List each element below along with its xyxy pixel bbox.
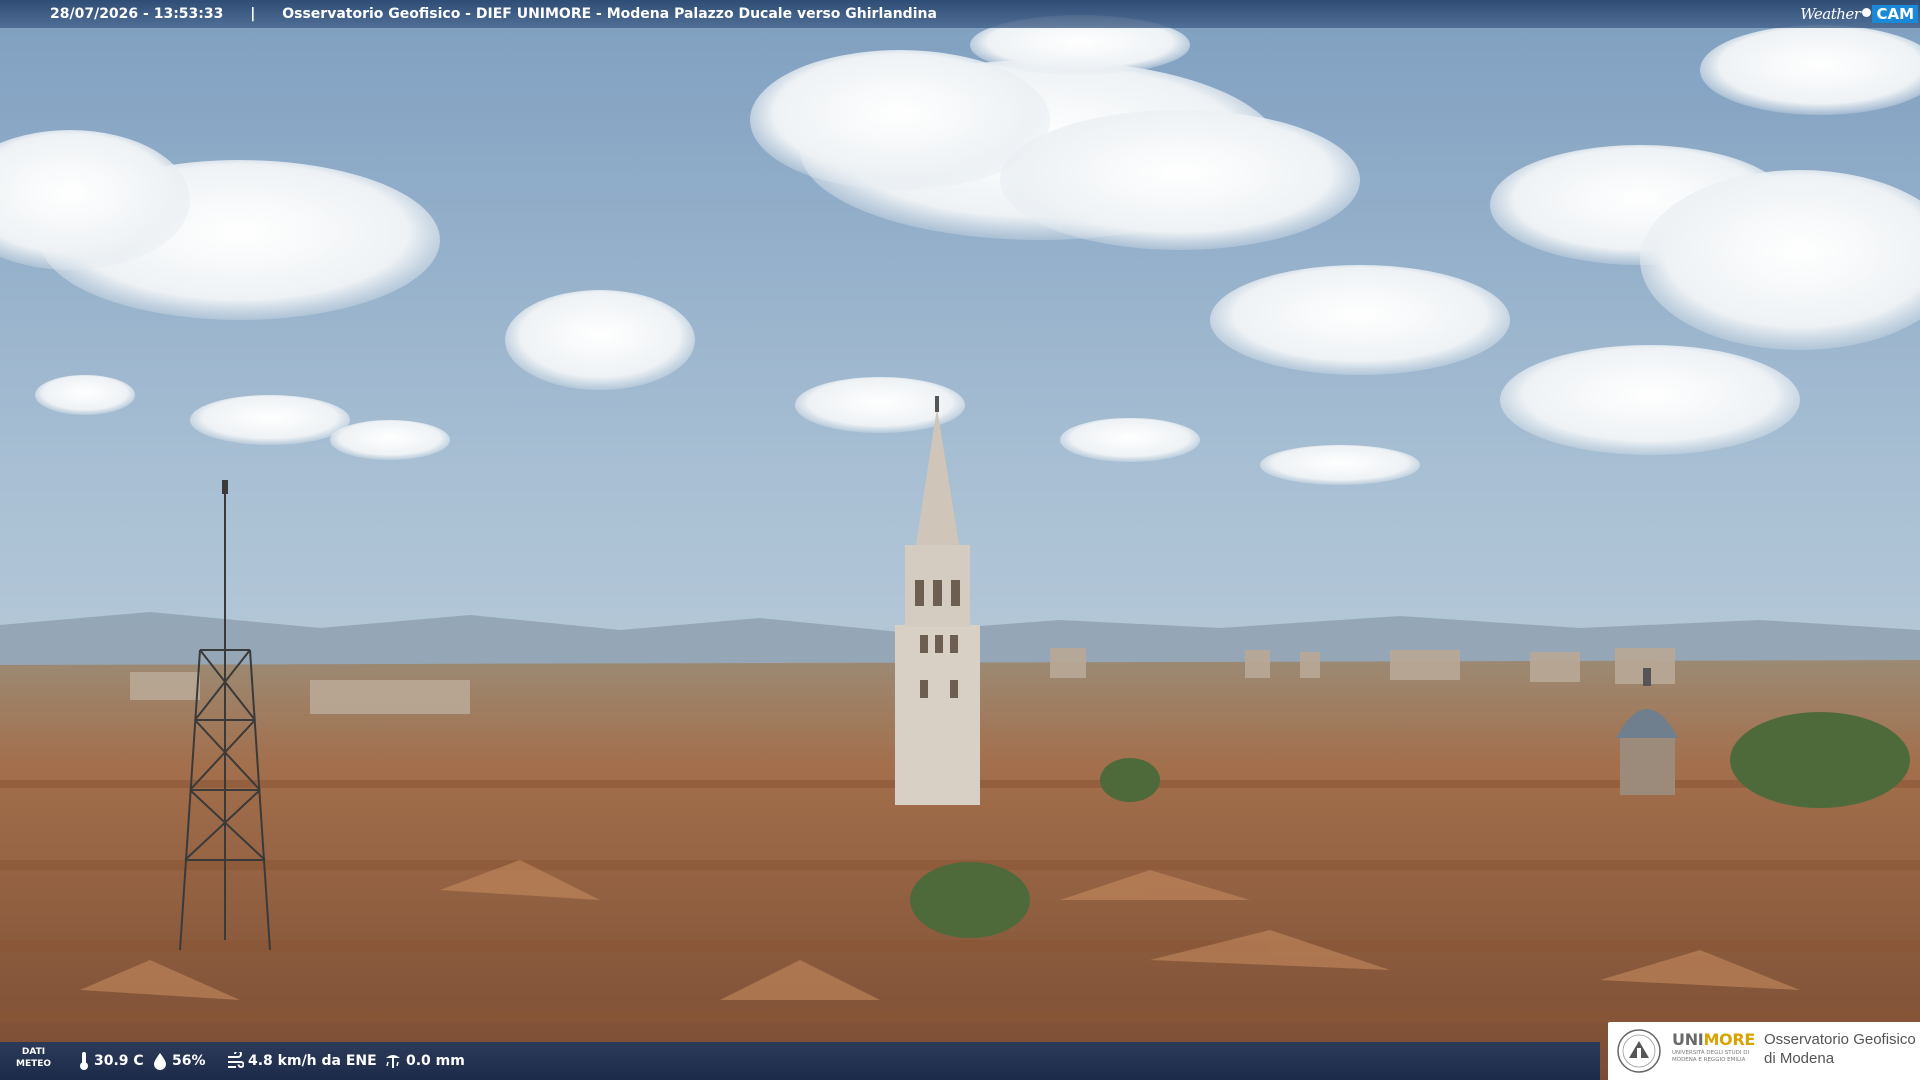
caption-bar: 28/07/2026 - 13:53:33 | Osservatorio Geo…	[0, 0, 1920, 28]
unimore-seal-icon	[1617, 1029, 1661, 1073]
temperature-value: 30.9 C	[94, 1053, 144, 1069]
wind-icon	[228, 1050, 245, 1068]
unimore-logo-box: UNIMORE UNIVERSITÀ DEGLI STUDI DI MODENA…	[1608, 1022, 1920, 1080]
meteo-label-line2: METEO	[16, 1059, 52, 1069]
observatory-line1: Osservatorio Geofisico	[1764, 1031, 1916, 1048]
brand-dot-icon	[1862, 8, 1872, 17]
rain-reading: 0.0 mm	[384, 1042, 465, 1080]
rain-value: 0.0 mm	[406, 1053, 465, 1069]
humidity-drop-icon	[154, 1053, 166, 1070]
thermometer-icon	[80, 1052, 88, 1070]
weathercam-logo: Weather CAM	[1800, 2, 1918, 26]
meteo-label: DATI METEO	[16, 1046, 51, 1070]
observatory-line2: di Modena	[1764, 1050, 1835, 1067]
wind-reading: 4.8 km/h da ENE	[226, 1042, 377, 1080]
humidity-value: 56%	[172, 1053, 206, 1069]
wind-value: 4.8 km/h da ENE	[248, 1053, 377, 1069]
observatory-name: Osservatorio Geofisico di Modena	[1764, 1030, 1916, 1068]
camera-caption: Osservatorio Geofisico - DIEF UNIMORE - …	[282, 6, 937, 22]
meteo-label-line1: DATI	[21, 1047, 46, 1057]
timestamp: 28/07/2026 - 13:53:33	[50, 6, 224, 22]
temperature-reading: 30.9 C	[78, 1042, 144, 1080]
brand-weather-text: Weather	[1800, 5, 1861, 23]
unimore-uni: UNI	[1672, 1030, 1704, 1049]
unimore-wordmark: UNIMORE	[1672, 1030, 1755, 1049]
humidity-reading: 56%	[152, 1042, 206, 1080]
unimore-more: MORE	[1703, 1030, 1756, 1049]
webcam-image	[0, 0, 1920, 1080]
brand-cam-text: CAM	[1872, 5, 1918, 23]
unimore-subtitle: UNIVERSITÀ DEGLI STUDI DI MODENA E REGGI…	[1672, 1050, 1750, 1063]
rain-gauge-icon	[386, 1055, 400, 1068]
meteo-bar: DATI METEO 30.9 C 56% 4.8 km/h da ENE 0.…	[0, 1042, 1600, 1080]
caption-separator: |	[250, 6, 256, 22]
